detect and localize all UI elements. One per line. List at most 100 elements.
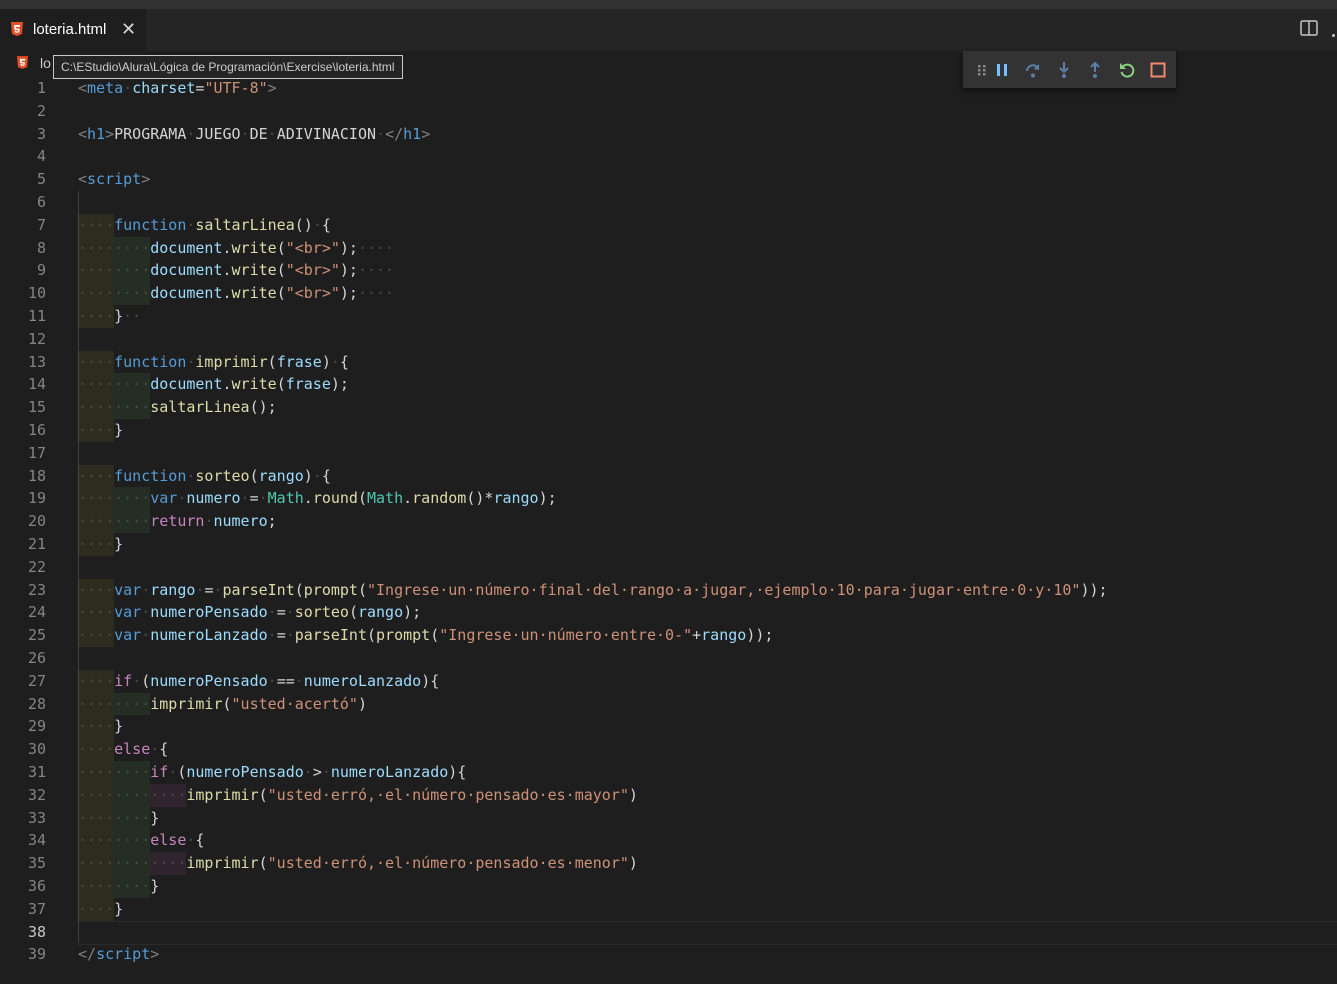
code-token: ········ (78, 877, 151, 895)
code-token: · (267, 671, 277, 690)
code-token: else (114, 740, 151, 759)
code-token: ············ (78, 854, 187, 873)
code-token: function (114, 466, 187, 485)
code-token: ········ (78, 694, 151, 713)
code-token: · (294, 671, 304, 690)
code-token: ···· (357, 238, 395, 257)
code-token: ( (430, 626, 440, 645)
code-text: <meta·charset="UTF-8"> (78, 77, 277, 100)
line-number: 10 (27, 284, 46, 303)
code-token: ( (222, 694, 232, 713)
code-token: · (267, 124, 277, 143)
split-editor-icon[interactable] (1300, 20, 1318, 36)
code-token: numero (186, 489, 241, 508)
code-token: · (285, 603, 295, 622)
code-token: } (114, 307, 124, 325)
code-line: 25 ····var·numeroLanzado·=·parseInt(promp… (0, 624, 1337, 647)
line-number: 18 (27, 466, 46, 485)
line-number: 1 (36, 79, 46, 97)
code-text: ········return·numero; (78, 510, 277, 533)
close-icon[interactable]: ✕ (121, 19, 136, 40)
code-token: · (267, 603, 277, 622)
line-number: 30 (27, 740, 46, 759)
code-token: ) (628, 785, 638, 804)
code-token: . (303, 489, 313, 508)
code-token: ) (303, 466, 313, 485)
code-text: ····function·saltarLinea()·{ (78, 214, 331, 237)
code-token: ); (339, 284, 358, 303)
line-number: 15 (27, 398, 46, 417)
code-line: 2 (0, 100, 1337, 123)
code-token: "<br>" (285, 238, 340, 257)
tab-loteria-html[interactable]: loteria.html ✕ (0, 9, 146, 51)
code-token: ···· (78, 580, 115, 599)
breadcrumb-file[interactable]: lo (40, 55, 51, 71)
code-token: document (150, 284, 223, 303)
code-editor[interactable]: 1 <meta·charset="UTF-8"> 2 3 <h1>PROGRAMA·JU… (0, 77, 1337, 984)
code-line: 10 ········document.write("<br>");···· (0, 282, 1337, 305)
code-text: ····var·numeroPensado·=·sorteo(rango); (78, 601, 421, 624)
code-text: ····} (78, 419, 123, 442)
code-token: ){ (421, 671, 440, 690)
code-token: ········ (78, 763, 151, 781)
code-token: rango (493, 489, 539, 508)
code-token: { (159, 740, 169, 759)
step-out-icon[interactable] (1086, 61, 1104, 79)
code-token: "usted·erró,·el·número·pensado·es·mayor" (267, 785, 629, 804)
code-token: h1 (87, 124, 106, 143)
code-token: ···· (78, 671, 115, 690)
drag-handle-icon[interactable] (973, 61, 991, 79)
code-token: numeroPensado (150, 671, 268, 690)
code-token: ( (267, 352, 277, 371)
code-token: ········ (78, 831, 151, 850)
code-line: 8 ········document.write("<br>");···· (0, 236, 1337, 260)
code-text: </script> (78, 943, 159, 966)
code-token: )); (1080, 580, 1108, 599)
stop-icon[interactable] (1149, 61, 1167, 79)
step-into-icon[interactable] (1055, 61, 1073, 79)
line-number: 27 (27, 671, 46, 690)
code-token: </ (78, 945, 97, 964)
code-text: ····function·imprimir(frase)·{ (78, 351, 349, 374)
code-text: ········imprimir("usted·acertó") (78, 693, 367, 716)
code-line: 24 ····var·numeroPensado·=·sorteo(rango); (0, 601, 1337, 625)
restart-icon[interactable] (1118, 61, 1136, 79)
code-token: Math (367, 489, 404, 508)
code-token: "usted·erró,·el·número·pensado·es·menor" (267, 854, 629, 873)
code-token: ( (357, 580, 367, 599)
code-token: ) (321, 352, 331, 371)
line-number: 23 (27, 580, 46, 599)
tab-label: loteria.html (33, 21, 107, 38)
code-text: ········document.write(frase); (78, 373, 349, 396)
code-line: 21 ····} (0, 533, 1337, 556)
code-token: imprimir (186, 854, 259, 873)
code-token: ···· (78, 717, 115, 736)
code-token: ········ (78, 238, 151, 257)
code-token: saltarLinea (195, 215, 295, 234)
line-number: 2 (36, 101, 46, 120)
step-over-icon[interactable] (1024, 61, 1042, 79)
code-token: { (195, 831, 205, 850)
code-line: 15 ········saltarLinea(); (0, 396, 1337, 419)
line-number: 36 (27, 877, 46, 895)
code-token: ( (276, 284, 286, 303)
code-token: ········ (78, 375, 151, 394)
code-token: random (412, 489, 467, 508)
pause-icon[interactable] (993, 61, 1011, 79)
more-actions-icon[interactable] (1332, 34, 1335, 37)
code-token: sorteo (195, 466, 250, 485)
code-text: ········saltarLinea(); (78, 396, 277, 419)
code-token: rango (150, 580, 196, 599)
code-token: else (150, 831, 187, 850)
code-token: var (114, 580, 142, 599)
code-token: rango (258, 466, 304, 485)
code-token: prompt (376, 626, 431, 645)
code-text: ········var·numero·=·Math.round(Math.ran… (78, 487, 557, 510)
line-number: 13 (27, 352, 46, 371)
code-line: 13 ····function·imprimir(frase)·{ (0, 350, 1337, 374)
code-token: . (222, 284, 232, 303)
line-number: 31 (27, 763, 46, 781)
debug-toolbar (963, 51, 1176, 88)
line-number: 14 (27, 375, 46, 394)
code-token: = (249, 489, 259, 508)
